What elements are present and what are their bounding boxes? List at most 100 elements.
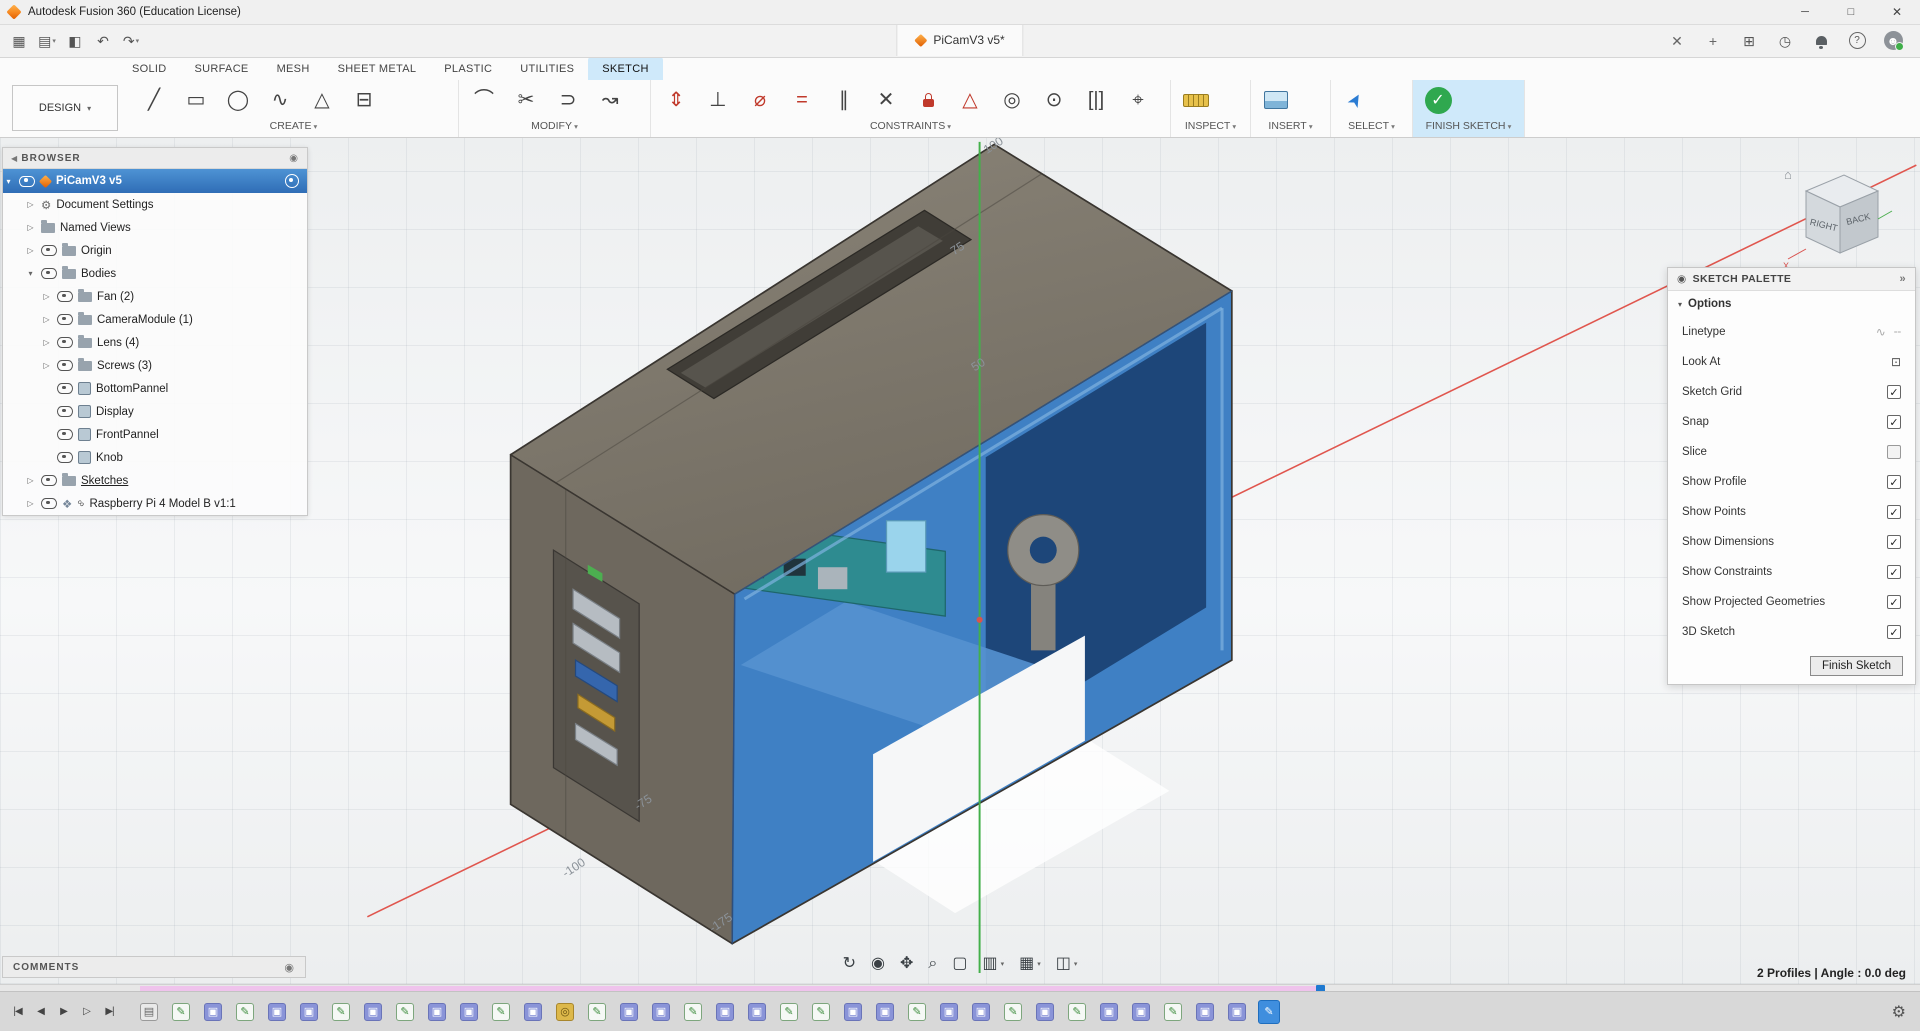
look-at-icon[interactable]: ⊡: [1891, 355, 1901, 369]
timeline-feature-extrude-30[interactable]: ▣: [1093, 1002, 1125, 1021]
expand-arrow-icon[interactable]: ▷: [25, 476, 36, 485]
browser-display-toggle-icon[interactable]: ◉: [289, 153, 299, 164]
sketch-palette-header[interactable]: ◉ SKETCH PALETTE »: [1668, 268, 1915, 291]
visibility-eye-icon[interactable]: [57, 406, 73, 417]
project-icon[interactable]: ⌖: [1117, 81, 1159, 119]
timeline-feature-extrude-34[interactable]: ▣: [1221, 1002, 1253, 1021]
linetype-construction-icon[interactable]: ╌: [1894, 325, 1901, 339]
browser-item-bottompannel[interactable]: BottomPannel: [3, 377, 307, 400]
timeline-feature-sketch-6[interactable]: ✎: [325, 1002, 357, 1021]
view-cube-area[interactable]: ⌂ RIGHT BACK X: [1776, 161, 1902, 279]
timeline-feature-sketch-24[interactable]: ✎: [901, 1002, 933, 1021]
extend-icon[interactable]: ↝: [589, 81, 631, 119]
visibility-eye-icon[interactable]: [57, 452, 73, 463]
fit-icon[interactable]: ▢: [952, 956, 967, 972]
timeline-feature-hole-13[interactable]: ◎: [549, 1002, 581, 1021]
timeline-feature-extrude-18[interactable]: ▣: [709, 1002, 741, 1021]
timeline-feature-extrude-31[interactable]: ▣: [1125, 1002, 1157, 1021]
expand-arrow-icon[interactable]: ▷: [41, 361, 52, 370]
grid-display-icon[interactable]: ▦ ▾: [1019, 956, 1041, 972]
polygon-icon[interactable]: △: [301, 81, 343, 119]
browser-header[interactable]: ◀ BROWSER ◉: [3, 148, 307, 169]
spline-icon[interactable]: ∿: [259, 81, 301, 119]
visibility-eye-icon[interactable]: [57, 337, 73, 348]
go-to-start-button[interactable]: |◀: [6, 1000, 29, 1024]
fix-lock-icon[interactable]: [907, 81, 949, 119]
show-projected-geometries-checkbox[interactable]: ✓: [1887, 595, 1901, 609]
file-menu-icon[interactable]: ▤ ▾: [34, 28, 60, 54]
fillet-icon[interactable]: ⌒: [463, 81, 505, 119]
ribbon-tab-plastic[interactable]: PLASTIC: [430, 57, 506, 80]
expand-arrow-icon[interactable]: ▷: [41, 338, 52, 347]
visibility-eye-icon[interactable]: [41, 268, 57, 279]
ribbon-tab-surface[interactable]: SURFACE: [181, 57, 263, 80]
linetype-normal-icon[interactable]: ∿: [1876, 325, 1886, 339]
close-button[interactable]: ✕: [1874, 0, 1920, 24]
visibility-eye-icon[interactable]: [41, 498, 57, 509]
timeline-feature-extrude-33[interactable]: ▣: [1189, 1002, 1221, 1021]
line-icon[interactable]: ╱: [133, 81, 175, 119]
visibility-eye-icon[interactable]: [41, 245, 57, 256]
document-tab[interactable]: PiCamV3 v5*: [896, 24, 1024, 56]
perpendicular-icon[interactable]: ⊥: [697, 81, 739, 119]
account-avatar[interactable]: ☻: [1880, 28, 1906, 54]
play-button[interactable]: ▶: [52, 1000, 75, 1024]
expand-arrow-icon[interactable]: ▾: [3, 177, 14, 186]
insert-image-icon[interactable]: [1255, 81, 1297, 119]
visibility-eye-icon[interactable]: [57, 291, 73, 302]
sketch-grid-checkbox[interactable]: ✓: [1887, 385, 1901, 399]
browser-item-screws-3-[interactable]: ▷ Screws (3): [3, 354, 307, 377]
timeline-feature-extrude-28[interactable]: ▣: [1029, 1002, 1061, 1021]
expand-arrow-icon[interactable]: ▷: [25, 246, 36, 255]
trim-icon[interactable]: ✂: [505, 81, 547, 119]
job-status-icon[interactable]: ◷: [1772, 28, 1798, 54]
parallel-icon[interactable]: ∥: [823, 81, 865, 119]
rectangular-pattern-icon[interactable]: [|]: [1075, 81, 1117, 119]
timeline-feature-document-0[interactable]: ▤: [133, 1002, 165, 1021]
timeline-settings-gear-icon[interactable]: ⚙: [1892, 1002, 1906, 1022]
browser-item-lens-4-[interactable]: ▷ Lens (4): [3, 331, 307, 354]
visibility-eye-icon[interactable]: [19, 175, 35, 187]
timeline-feature-extrude-23[interactable]: ▣: [869, 1002, 901, 1021]
maximize-button[interactable]: □: [1828, 0, 1874, 24]
undo-icon[interactable]: ↶: [90, 28, 116, 54]
timeline-feature-extrude-9[interactable]: ▣: [421, 1002, 453, 1021]
select-cursor-icon[interactable]: ➤: [1335, 81, 1377, 119]
3d-sketch-checkbox[interactable]: ✓: [1887, 625, 1901, 639]
expand-arrow-icon[interactable]: ▷: [25, 200, 36, 209]
notifications-icon[interactable]: [1808, 28, 1834, 54]
viewport-3d[interactable]: 100 75 50 -75 -100 -175 ⌂ RIGHT BACK X ◀ BROW…: [0, 137, 1920, 984]
group-label-select[interactable]: SELECT: [1331, 120, 1412, 136]
timeline-feature-sketch-29[interactable]: ✎: [1061, 1002, 1093, 1021]
circle-icon[interactable]: ◯: [217, 81, 259, 119]
visibility-eye-icon[interactable]: [57, 383, 73, 394]
expand-arrow-icon[interactable]: ▷: [25, 223, 36, 232]
orbit-icon[interactable]: ↻: [843, 956, 856, 972]
sketch-dimension-icon[interactable]: ⇕: [655, 81, 697, 119]
timeline-feature-extrude-12[interactable]: ▣: [517, 1002, 549, 1021]
timeline-feature-sketch-27[interactable]: ✎: [997, 1002, 1029, 1021]
save-icon[interactable]: ◧: [62, 28, 88, 54]
group-label-inspect[interactable]: INSPECT: [1171, 120, 1250, 136]
minimize-button[interactable]: ─: [1782, 0, 1828, 24]
timeline-feature-sketch-17[interactable]: ✎: [677, 1002, 709, 1021]
browser-item-fan-2-[interactable]: ▷ Fan (2): [3, 285, 307, 308]
show-points-checkbox[interactable]: ✓: [1887, 505, 1901, 519]
measure-icon[interactable]: [1175, 81, 1217, 119]
timeline-feature-sketch-3[interactable]: ✎: [229, 1002, 261, 1021]
step-back-button[interactable]: ◀: [29, 1000, 52, 1024]
timeline-feature-sketch-8[interactable]: ✎: [389, 1002, 421, 1021]
browser-item-named-views[interactable]: ▷ Named Views: [3, 216, 307, 239]
ribbon-tab-sheet-metal[interactable]: SHEET METAL: [324, 57, 431, 80]
timeline-feature-extrude-7[interactable]: ▣: [357, 1002, 389, 1021]
timeline-feature-extrude-2[interactable]: ▣: [197, 1002, 229, 1021]
slice-checkbox[interactable]: [1887, 445, 1901, 459]
timeline-feature-sketch-32[interactable]: ✎: [1157, 1002, 1189, 1021]
timeline-feature-extrude-26[interactable]: ▣: [965, 1002, 997, 1021]
group-label-modify[interactable]: MODIFY: [459, 120, 650, 136]
timeline-feature-sketch-20[interactable]: ✎: [773, 1002, 805, 1021]
visibility-eye-icon[interactable]: [57, 429, 73, 440]
ribbon-tab-utilities[interactable]: UTILITIES: [506, 57, 588, 80]
go-to-end-button[interactable]: ▶|: [98, 1000, 121, 1024]
comments-bar[interactable]: COMMENTS ◉: [2, 956, 306, 978]
